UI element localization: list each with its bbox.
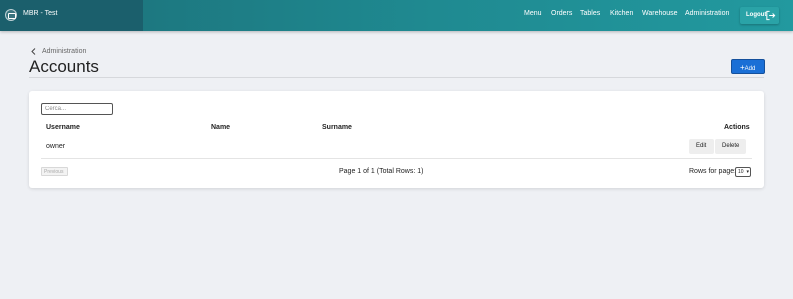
brand-block[interactable]: MBR - Test bbox=[0, 0, 143, 31]
delete-label: Delete bbox=[722, 143, 740, 149]
nav-warehouse[interactable]: Warehouse bbox=[642, 10, 678, 17]
top-navbar: MBR - Test Menu Orders Tables Kitchen Wa… bbox=[0, 0, 793, 31]
edit-label: Edit bbox=[696, 143, 707, 149]
previous-label: Previous bbox=[44, 169, 64, 175]
logout-label: Logout bbox=[746, 12, 767, 18]
column-header-actions: Actions bbox=[724, 124, 750, 131]
chevron-left-icon[interactable] bbox=[31, 48, 36, 55]
cell-username: owner bbox=[46, 143, 66, 150]
accounts-card: Username Name Surname Actions owner Edit… bbox=[29, 91, 764, 188]
app-title: MBR - Test bbox=[23, 10, 58, 17]
rows-per-page-value: 10 bbox=[738, 169, 744, 175]
page-title: Accounts bbox=[29, 57, 99, 76]
add-account-button[interactable]: +Add bbox=[731, 59, 765, 74]
edit-button[interactable]: Edit bbox=[689, 139, 714, 154]
logout-button[interactable]: Logout bbox=[740, 7, 779, 24]
row-divider bbox=[41, 158, 752, 159]
nav-tables[interactable]: Tables bbox=[580, 10, 600, 17]
page-info: Page 1 of 1 (Total Rows: 1) bbox=[339, 168, 424, 175]
nav-menu[interactable]: Menu bbox=[524, 10, 542, 17]
app-logo-icon bbox=[5, 9, 17, 21]
header-divider bbox=[29, 77, 764, 78]
previous-button[interactable]: Previous bbox=[41, 167, 68, 176]
nav-administration[interactable]: Administration bbox=[685, 10, 729, 17]
logout-icon bbox=[766, 10, 776, 21]
column-header-surname: Surname bbox=[322, 124, 352, 131]
column-header-name: Name bbox=[211, 124, 231, 131]
breadcrumb[interactable]: Administration bbox=[42, 48, 86, 55]
rows-per-page-label: Rows for page: bbox=[689, 168, 737, 175]
search-input[interactable] bbox=[41, 103, 113, 115]
column-header-username: Username bbox=[46, 124, 80, 131]
nav-kitchen[interactable]: Kitchen bbox=[610, 10, 633, 17]
delete-button[interactable]: Delete bbox=[715, 139, 746, 154]
chevron-down-icon: ▾ bbox=[746, 169, 749, 175]
nav-orders[interactable]: Orders bbox=[551, 10, 572, 17]
add-label: Add bbox=[744, 66, 756, 72]
rows-per-page-select[interactable]: 10 ▾ bbox=[735, 167, 751, 177]
